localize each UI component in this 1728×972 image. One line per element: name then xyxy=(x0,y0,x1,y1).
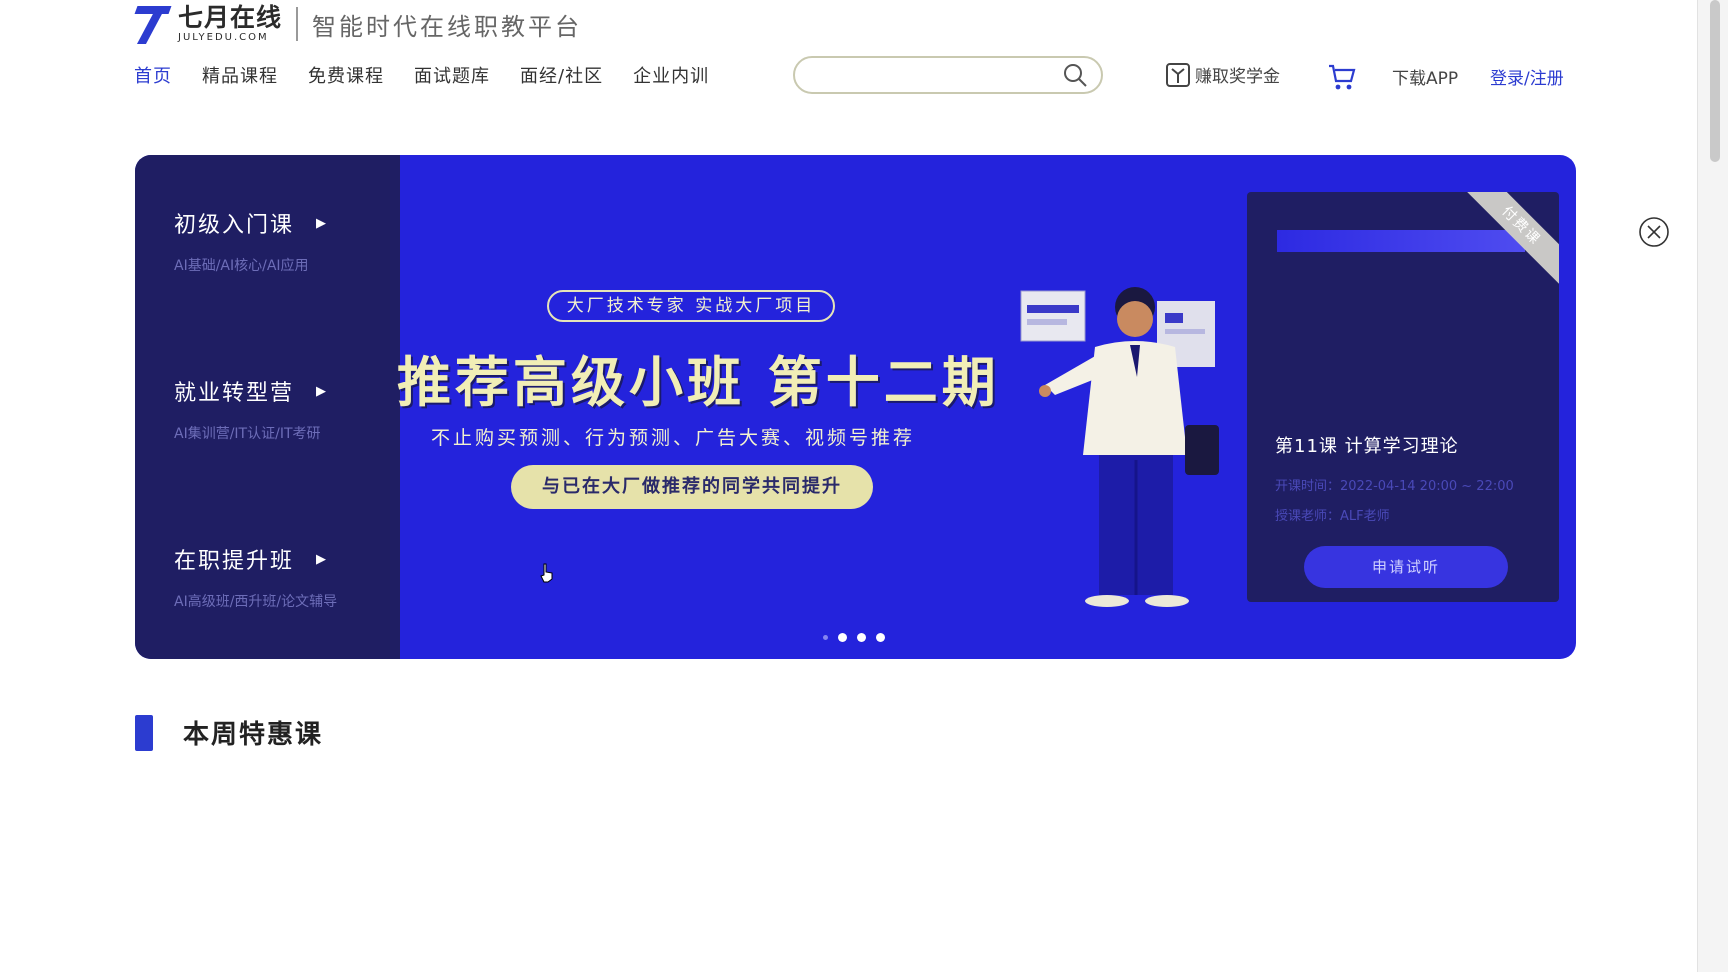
category-title: 初级入门课 xyxy=(174,213,295,238)
course-time: 开课时间：2022-04-14 20:00 ~ 22:00 xyxy=(1275,479,1514,494)
caret-right-icon: ▶ xyxy=(316,551,329,567)
category-subtitle: AI高级班/西升班/论文辅导 xyxy=(174,594,338,610)
page: 七月在线 JULYEDU.COM 智能时代在线职教平台 首页 精品课程 免费课程… xyxy=(0,0,1728,972)
nav-item-free-courses[interactable]: 免费课程 xyxy=(308,62,384,88)
category-title: 就业转型营 xyxy=(174,381,295,406)
gift-box-icon xyxy=(1166,63,1190,87)
carousel-indicators xyxy=(823,633,895,642)
category-title: 在职提升班 xyxy=(174,549,295,574)
nav-item-interview-bank[interactable]: 面试题库 xyxy=(414,62,490,88)
section-marker xyxy=(135,714,153,751)
nav-item-community[interactable]: 面经/社区 xyxy=(520,62,603,88)
close-icon[interactable] xyxy=(1638,216,1670,248)
logo-title: 七月在线 xyxy=(178,3,283,32)
category-item-career-switch[interactable]: 就业转型营 ▶ AI集训营/IT认证/IT考研 xyxy=(174,375,374,443)
carousel-dot[interactable] xyxy=(838,633,847,642)
weekly-deals-section: 本周特惠课 xyxy=(135,714,323,751)
banner-subline: 不止购买预测、行为预测、广告大赛、视频号推荐 xyxy=(431,427,916,449)
hand-cursor-icon xyxy=(540,563,553,583)
live-course-card: 付费课 第11课 计算学习理论 开课时间：2022-04-14 20:00 ~ … xyxy=(1247,192,1559,602)
card-banner-bar xyxy=(1277,230,1525,252)
login-register-link[interactable]: 登录/注册 xyxy=(1490,64,1564,89)
caret-right-icon: ▶ xyxy=(316,215,329,231)
cart-icon[interactable] xyxy=(1327,62,1357,92)
caret-right-icon: ▶ xyxy=(316,383,329,399)
nav-item-enterprise-training[interactable]: 企业内训 xyxy=(633,62,709,88)
category-item-beginner[interactable]: 初级入门课 ▶ AI基础/AI核心/AI应用 xyxy=(174,207,374,275)
scrollbar[interactable] xyxy=(1697,0,1728,972)
category-subtitle: AI集训营/IT认证/IT考研 xyxy=(174,426,321,442)
carousel-dot[interactable] xyxy=(823,635,828,640)
download-app-link[interactable]: 下载APP xyxy=(1392,64,1458,89)
hero-banner[interactable]: 初级入门课 ▶ AI基础/AI核心/AI应用 就业转型营 ▶ AI集训营/IT认证/… xyxy=(135,155,1576,659)
carousel-dot[interactable] xyxy=(857,633,866,642)
scrollbar-thumb[interactable] xyxy=(1710,0,1720,162)
course-teacher: 授课老师：ALF老师 xyxy=(1275,509,1390,524)
logo-divider xyxy=(296,7,299,41)
search-icon[interactable] xyxy=(1063,63,1087,87)
site-slogan: 智能时代在线职教平台 xyxy=(312,12,583,41)
logo-domain: JULYEDU.COM xyxy=(178,32,269,43)
nav-item-premium-courses[interactable]: 精品课程 xyxy=(202,62,278,88)
course-title: 第11课 计算学习理论 xyxy=(1275,436,1459,457)
category-sidebar: 初级入门课 ▶ AI基础/AI核心/AI应用 就业转型营 ▶ AI集训营/IT认证/… xyxy=(135,155,400,659)
reward-label: 赚取奖学金 xyxy=(1195,66,1280,87)
category-item-advanced[interactable]: 在职提升班 ▶ AI高级班/西升班/论文辅导 xyxy=(174,543,374,611)
search-box xyxy=(793,56,1103,94)
banner-tag: 大厂技术专家 实战大厂项目 xyxy=(547,290,835,322)
banner-pill: 与已在大厂做推荐的同学共同提升 xyxy=(511,465,873,509)
category-subtitle: AI基础/AI核心/AI应用 xyxy=(174,258,309,274)
apply-trial-button[interactable]: 申请试听 xyxy=(1304,546,1508,588)
banner-headline: 推荐高级小班 第十二期 xyxy=(397,351,1000,414)
carousel-dot[interactable] xyxy=(876,633,885,642)
site-logo[interactable]: 七月在线 JULYEDU.COM 智能时代在线职教平台 xyxy=(134,0,582,48)
logo-mark-icon xyxy=(134,2,174,46)
section-title: 本周特惠课 xyxy=(183,720,324,750)
reward-link[interactable]: 赚取奖学金 xyxy=(1165,60,1280,88)
search-input[interactable] xyxy=(811,64,1055,88)
main-nav: 首页 精品课程 免费课程 面试题库 面经/社区 企业内训 xyxy=(134,62,739,88)
nav-item-home[interactable]: 首页 xyxy=(134,62,172,88)
